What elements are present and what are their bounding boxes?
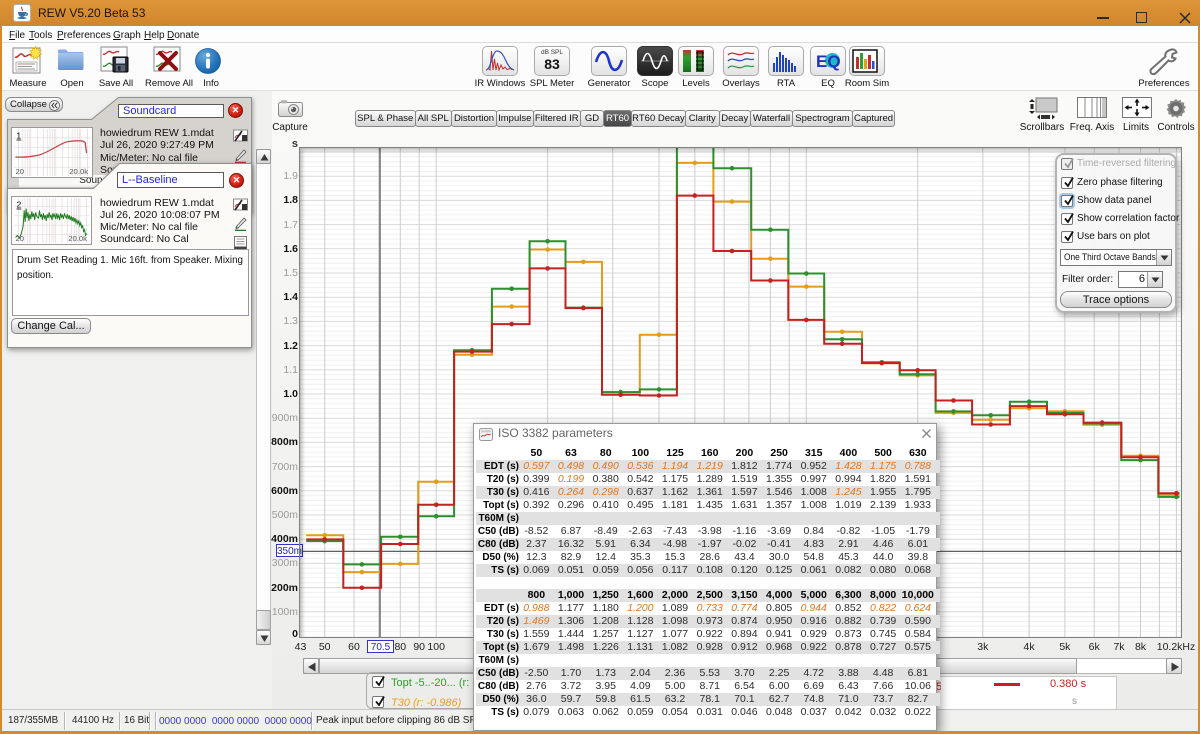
- svg-text:1: 1: [16, 131, 21, 141]
- svg-text:EQ: EQ: [816, 52, 841, 71]
- svg-text:20.0k: 20.0k: [68, 234, 87, 243]
- svg-text:20: 20: [16, 234, 25, 243]
- svg-text:2: 2: [16, 200, 21, 210]
